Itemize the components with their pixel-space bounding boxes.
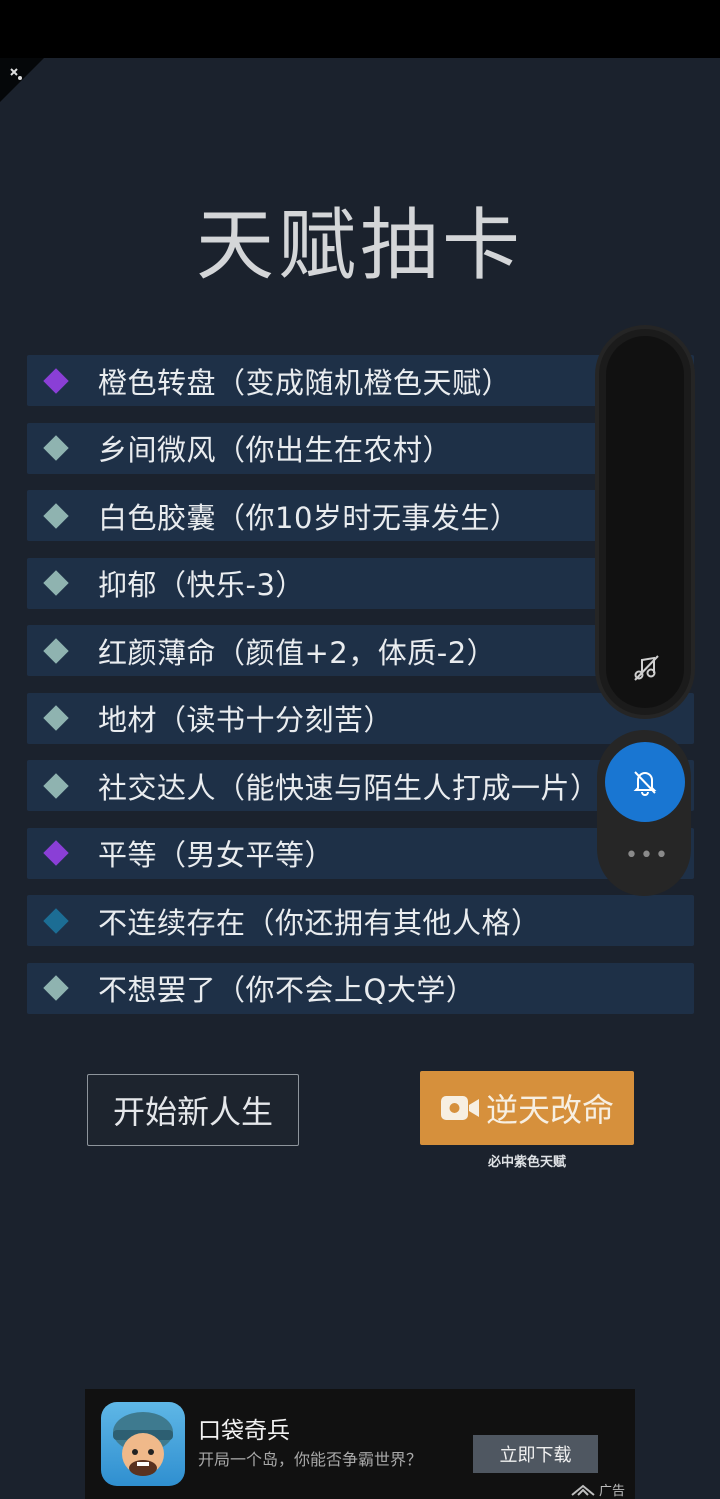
ad-logo-icon — [571, 1484, 595, 1496]
ad-banner[interactable]: 口袋奇兵 开局一个岛，你能否争霸世界？ 立即下载 广告 — [85, 1389, 635, 1499]
gem-icon — [43, 907, 69, 934]
revive-button[interactable]: 逆天改命 — [420, 1071, 634, 1145]
status-bar — [0, 0, 720, 58]
start-new-life-button[interactable]: 开始新人生 — [87, 1074, 299, 1146]
gem-icon — [43, 435, 69, 461]
ad-tag: 广告 — [570, 1480, 625, 1499]
gem-icon — [43, 975, 69, 1001]
revive-hint: 必中紫色天赋 — [487, 1155, 566, 1170]
talent-item[interactable]: 平等（男女平等） — [27, 827, 694, 879]
talent-label: 社交达人（能快速与陌生人打成一片） — [98, 770, 600, 805]
gem-icon — [43, 772, 69, 799]
ad-title: 口袋奇兵 — [198, 1418, 290, 1444]
video-camera-icon — [440, 1096, 479, 1120]
notification-toggle-button[interactable] — [605, 742, 685, 822]
music-off-icon[interactable] — [630, 652, 662, 684]
talent-label: 乡间微风（你出生在农村） — [98, 433, 453, 467]
talent-label: 地材（读书十分刻苦） — [98, 703, 394, 737]
more-options-button[interactable]: ••• — [625, 843, 668, 868]
gem-icon — [43, 570, 69, 596]
gem-icon — [43, 840, 69, 866]
talent-item[interactable]: 橙色转盘（变成随机橙色天赋） — [27, 355, 694, 406]
talent-label: 不连续存在（你还拥有其他人格） — [98, 905, 541, 940]
talent-item[interactable]: 红颜薄命（颜值+2，体质-2） — [27, 625, 694, 676]
talent-label: 不想罢了（你不会上Q大学） — [98, 973, 476, 1007]
ad-download-button[interactable]: 立即下载 — [473, 1435, 598, 1473]
talent-item[interactable]: 不想罢了（你不会上Q大学） — [27, 962, 694, 1014]
talent-item[interactable]: 地材（读书十分刻苦） — [27, 692, 694, 744]
corner-icon — [10, 68, 22, 80]
talent-list: 橙色转盘（变成随机橙色天赋） 乡间微风（你出生在农村） 白色胶囊（你10岁时无事… — [27, 355, 694, 1030]
page-title: 天赋抽卡 — [195, 201, 524, 291]
ad-app-icon — [101, 1402, 185, 1486]
revive-label: 逆天改命 — [485, 1091, 614, 1129]
gem-icon — [43, 367, 69, 394]
bell-off-icon — [633, 771, 657, 796]
gem-icon — [43, 705, 69, 731]
talent-item[interactable]: 抑郁（快乐-3） — [27, 557, 694, 609]
gem-icon — [43, 637, 69, 664]
talent-item[interactable]: 社交达人（能快速与陌生人打成一片） — [27, 760, 694, 811]
talent-label: 抑郁（快乐-3） — [98, 568, 305, 602]
talent-item[interactable]: 不连续存在（你还拥有其他人格） — [27, 895, 694, 946]
ad-tag-label: 广告 — [598, 1484, 625, 1499]
talent-label: 平等（男女平等） — [98, 838, 335, 872]
talent-label: 白色胶囊（你10岁时无事发生） — [98, 500, 520, 535]
talent-label: 橙色转盘（变成随机橙色天赋） — [98, 365, 512, 400]
talent-item[interactable]: 白色胶囊（你10岁时无事发生） — [27, 490, 694, 541]
talent-label: 红颜薄命（颜值+2，体质-2） — [98, 635, 497, 670]
ad-description: 开局一个岛，你能否争霸世界？ — [198, 1450, 423, 1469]
talent-item[interactable]: 乡间微风（你出生在农村） — [27, 422, 694, 474]
gem-icon — [43, 502, 69, 529]
